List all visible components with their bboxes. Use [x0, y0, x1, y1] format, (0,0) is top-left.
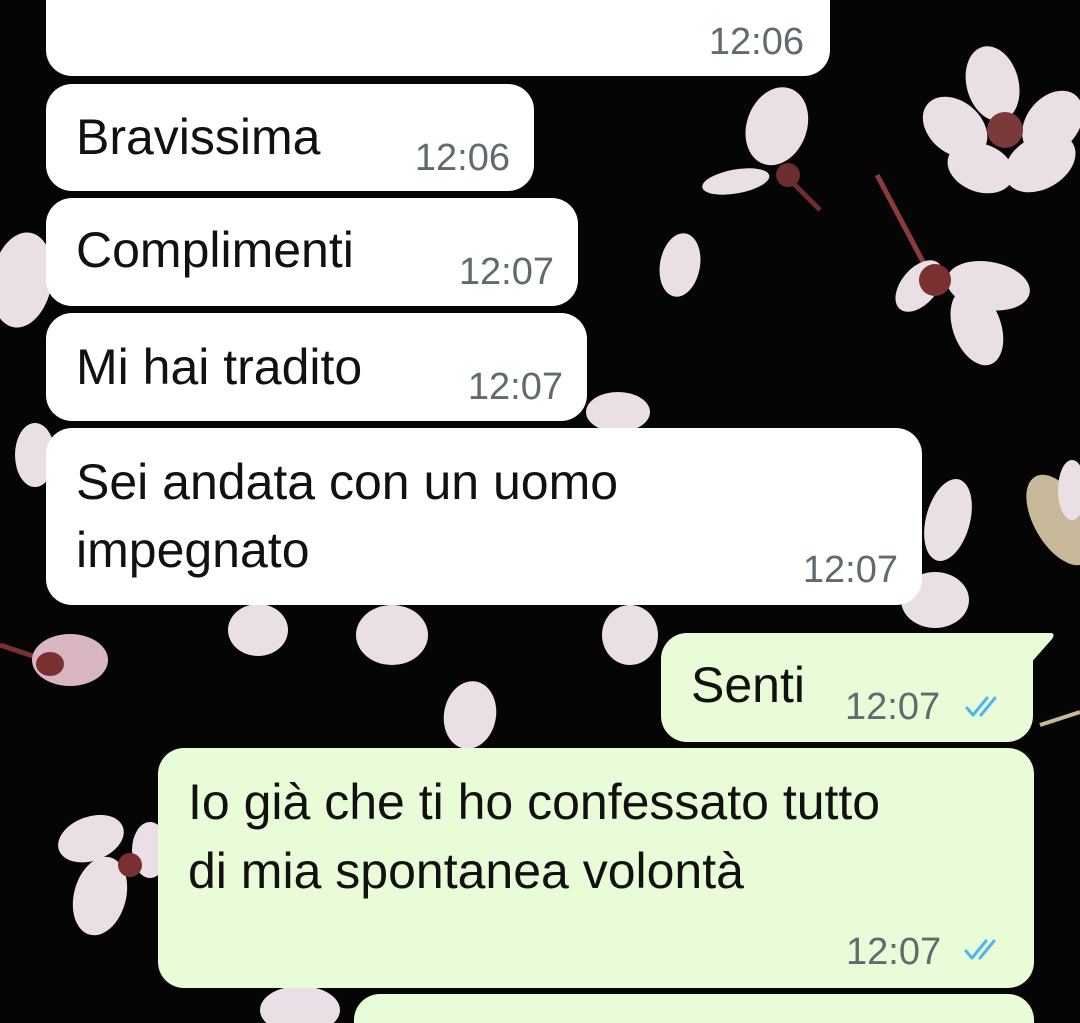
message-text: Complimenti [76, 222, 354, 278]
message-bubble-incoming[interactable]: Bravissima 12:06 [46, 84, 534, 191]
message-text-line: di mia spontanea volontà [188, 843, 744, 899]
message-time: 12:07 [846, 931, 942, 973]
message-time: 12:07 [845, 686, 941, 728]
message-time: 12:07 [802, 549, 898, 591]
message-time: 12:06 [708, 21, 804, 63]
message-text: Mi hai tradito [76, 339, 363, 395]
message-text: Bravissima [76, 109, 321, 165]
message-time: 12:07 [458, 251, 554, 293]
double-check-icon [964, 939, 996, 960]
message-text: Senti [691, 657, 805, 713]
message-bubble-outgoing[interactable] [354, 994, 1034, 1023]
message-text-line: Io già che ti ho confessato tutto [188, 774, 881, 830]
message-text-line: Sei andata con un uomo [76, 454, 619, 510]
message-time: 12:07 [467, 366, 563, 408]
message-bubble-incoming[interactable]: Mi hai tradito 12:07 [46, 313, 587, 421]
message-bubble-incoming[interactable]: Complimenti 12:07 [46, 198, 578, 306]
message-bubble-outgoing[interactable]: Io già che ti ho confessato tutto di mia… [158, 748, 1034, 988]
message-time: 12:06 [414, 137, 510, 179]
message-text-line: impegnato [76, 522, 310, 578]
double-check-icon [965, 696, 997, 717]
message-bubble-incoming[interactable]: 12:06 [46, 0, 830, 76]
message-bubble-outgoing[interactable]: Senti 12:07 [661, 633, 1033, 742]
message-bubble-incoming[interactable]: Sei andata con un uomo impegnato 12:07 [46, 428, 922, 605]
